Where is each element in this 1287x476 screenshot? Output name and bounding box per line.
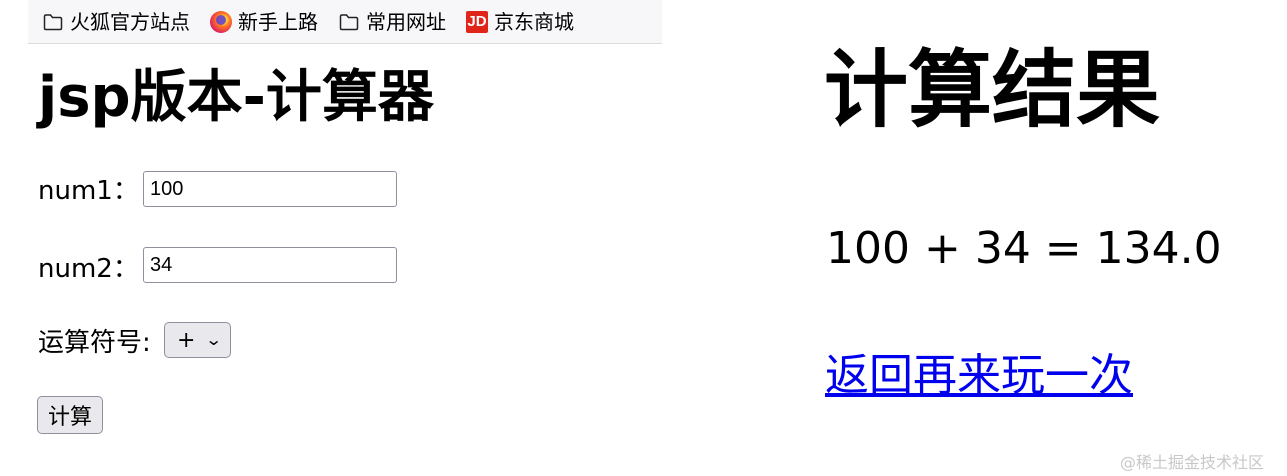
operator-selected-value: + [177,327,196,353]
result-title: 计算结果 [824,41,1161,139]
bookmark-firefox-official[interactable]: 火狐官方站点 [42,11,190,33]
page: 火狐官方站点 新手上路 常用网址 JD 京东商城 jsp版本-计算器 num1：… [0,0,1287,476]
calculate-button[interactable]: 计算 [37,396,103,434]
bookmarks-toolbar: 火狐官方站点 新手上路 常用网址 JD 京东商城 [28,0,662,44]
num1-input[interactable] [143,171,397,207]
bookmark-label: 火狐官方站点 [70,9,190,34]
num1-row: num1： [38,170,139,207]
bookmark-jd[interactable]: JD 京东商城 [466,9,574,34]
bookmark-getting-started[interactable]: 新手上路 [210,9,318,34]
num2-row: num2： [38,248,139,285]
back-link[interactable]: 返回再来玩一次 [825,348,1133,404]
bookmark-common-sites[interactable]: 常用网址 [338,11,446,33]
operator-label: 运算符号: [38,328,151,358]
num2-label: num2： [38,254,139,284]
bookmark-label: 京东商城 [494,9,574,34]
chevron-down-icon: ⌄ [204,330,223,349]
folder-icon [338,11,360,33]
operator-row: 运算符号: [38,322,151,359]
num1-label: num1： [38,176,139,206]
jd-logo-icon: JD [466,10,488,33]
bookmark-label: 常用网址 [366,9,446,34]
folder-icon [42,11,64,33]
calculator-title: jsp版本-计算器 [38,65,434,130]
watermark: @稀土掘金技术社区 [1120,453,1265,472]
result-expression: 100 + 34 = 134.0 [826,223,1222,274]
bookmark-label: 新手上路 [238,9,318,34]
operator-select[interactable]: + ⌄ [164,322,231,358]
num2-input[interactable] [143,247,397,283]
firefox-icon [210,10,232,33]
